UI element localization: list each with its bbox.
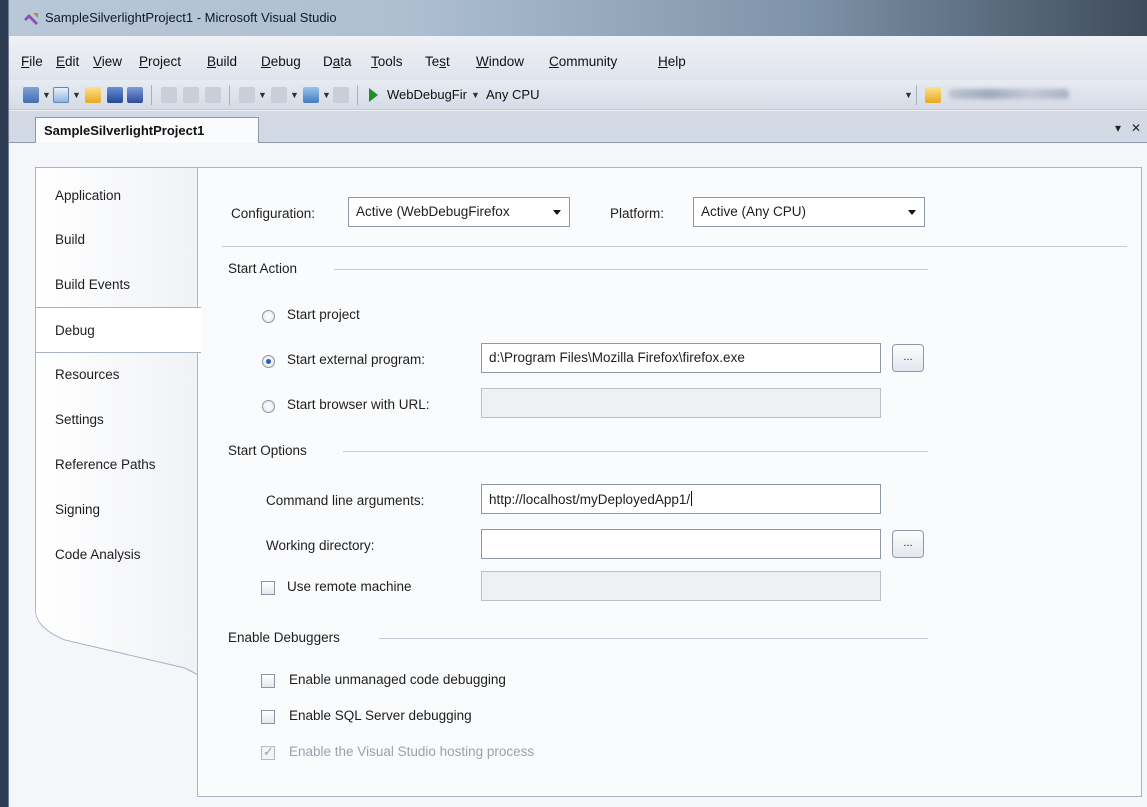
start-options-heading: Start Options bbox=[228, 443, 307, 458]
configuration-combo[interactable]: Active (WebDebugFirefox bbox=[348, 197, 570, 227]
side-tab-settings[interactable]: Settings bbox=[55, 412, 104, 427]
blurred-toolbar-area bbox=[949, 89, 1069, 99]
cut-icon[interactable] bbox=[161, 87, 177, 103]
configuration-label: Configuration: bbox=[231, 206, 316, 221]
menu-data[interactable]: Data bbox=[323, 54, 352, 69]
side-tab-code-analysis[interactable]: Code Analysis bbox=[55, 547, 141, 562]
side-tab-resources[interactable]: Resources bbox=[55, 367, 120, 382]
window-title: SampleSilverlightProject1 - Microsoft Vi… bbox=[45, 10, 337, 25]
divider bbox=[379, 638, 928, 639]
side-tab-signing[interactable]: Signing bbox=[55, 502, 100, 517]
document-tab-strip: SampleSilverlightProject1 ▾ ✕ bbox=[9, 111, 1147, 144]
menu-project[interactable]: Project bbox=[139, 54, 181, 69]
menu-community[interactable]: Community bbox=[549, 54, 617, 69]
side-tab-build-events[interactable]: Build Events bbox=[55, 277, 130, 292]
solution-platform-combo[interactable]: Any CPU bbox=[486, 87, 539, 102]
navigate-backward-icon[interactable] bbox=[303, 87, 319, 103]
browser-url-input[interactable] bbox=[481, 388, 881, 418]
use-remote-machine-label[interactable]: Use remote machine bbox=[287, 579, 412, 594]
copy-icon[interactable] bbox=[183, 87, 199, 103]
redo-dropdown-icon[interactable]: ▼ bbox=[290, 90, 299, 100]
tab-list-curve bbox=[35, 588, 201, 800]
menu-window[interactable]: Window bbox=[476, 54, 524, 69]
chevron-down-icon bbox=[553, 210, 561, 215]
standard-toolbar: ▼ ▼ ▼ ▼ ▼ WebDebugFir ▼ Any CPU ▼ bbox=[9, 80, 1147, 110]
working-directory-input[interactable] bbox=[481, 529, 881, 559]
command-line-arguments-label: Command line arguments: bbox=[266, 493, 425, 508]
start-browser-url-label[interactable]: Start browser with URL: bbox=[287, 397, 430, 412]
side-tab-application[interactable]: Application bbox=[55, 188, 121, 203]
text-caret bbox=[691, 491, 693, 506]
redo-icon[interactable] bbox=[271, 87, 287, 103]
enable-sql-debugging-checkbox[interactable] bbox=[261, 710, 275, 724]
divider bbox=[222, 246, 1127, 247]
external-program-path-input[interactable]: d:\Program Files\Mozilla Firefox\firefox… bbox=[481, 343, 881, 373]
side-tab-debug[interactable]: Debug bbox=[36, 307, 201, 353]
divider bbox=[343, 451, 928, 452]
browse-external-program-button[interactable]: ... bbox=[892, 344, 924, 372]
side-tab-build[interactable]: Build bbox=[55, 232, 85, 247]
enable-hosting-process-checkbox: ✓ bbox=[261, 744, 275, 760]
property-page-tabs: Application Build Build Events Debug Res… bbox=[35, 167, 201, 800]
solution-configuration-dropdown-icon[interactable]: ▼ bbox=[471, 90, 480, 100]
menu-help[interactable]: Help bbox=[658, 54, 686, 69]
solution-configuration-combo[interactable]: WebDebugFir bbox=[387, 87, 467, 102]
save-all-icon[interactable] bbox=[127, 87, 143, 103]
start-project-radio[interactable] bbox=[262, 310, 275, 323]
tab-list-dropdown-icon[interactable]: ▾ bbox=[1115, 121, 1121, 135]
start-action-heading: Start Action bbox=[228, 261, 298, 276]
browse-working-directory-button[interactable]: ... bbox=[892, 530, 924, 558]
new-project-dropdown-icon[interactable]: ▼ bbox=[42, 90, 51, 100]
remote-machine-input[interactable] bbox=[481, 571, 881, 601]
open-file-icon[interactable] bbox=[85, 87, 101, 103]
start-debugging-icon[interactable] bbox=[369, 88, 378, 102]
visual-studio-icon bbox=[24, 13, 38, 25]
enable-unmanaged-debugging-label[interactable]: Enable unmanaged code debugging bbox=[289, 672, 506, 687]
checkmark-icon: ✓ bbox=[263, 744, 274, 759]
start-external-program-radio[interactable] bbox=[262, 355, 275, 368]
close-document-icon[interactable]: ✕ bbox=[1131, 121, 1141, 135]
command-line-arguments-input[interactable]: http://localhost/myDeployedApp1/ bbox=[481, 484, 881, 514]
start-external-program-label[interactable]: Start external program: bbox=[287, 352, 425, 367]
visual-studio-window: SampleSilverlightProject1 - Microsoft Vi… bbox=[8, 0, 1147, 807]
menu-debug[interactable]: Debug bbox=[261, 54, 301, 69]
enable-sql-debugging-label[interactable]: Enable SQL Server debugging bbox=[289, 708, 472, 723]
platform-combo[interactable]: Active (Any CPU) bbox=[693, 197, 925, 227]
menu-edit[interactable]: Edit bbox=[56, 54, 79, 69]
menu-build[interactable]: Build bbox=[207, 54, 237, 69]
use-remote-machine-checkbox[interactable] bbox=[261, 581, 275, 595]
new-project-icon[interactable] bbox=[23, 87, 39, 103]
menu-test[interactable]: Test bbox=[425, 54, 450, 69]
paste-icon[interactable] bbox=[205, 87, 221, 103]
menu-view[interactable]: View bbox=[93, 54, 122, 69]
menu-bar: File Edit View Project Build Debug Data … bbox=[9, 36, 1147, 80]
platform-label: Platform: bbox=[610, 206, 665, 221]
working-directory-label: Working directory: bbox=[266, 538, 375, 553]
enable-unmanaged-debugging-checkbox[interactable] bbox=[261, 674, 275, 688]
save-icon[interactable] bbox=[107, 87, 123, 103]
start-browser-url-radio[interactable] bbox=[262, 400, 275, 413]
enable-hosting-process-label: Enable the Visual Studio hosting process bbox=[289, 744, 535, 759]
document-tab-project-properties[interactable]: SampleSilverlightProject1 bbox=[35, 117, 259, 144]
menu-file[interactable]: File bbox=[21, 54, 43, 69]
find-combo-dropdown-icon[interactable]: ▼ bbox=[904, 90, 913, 100]
side-tab-reference-paths[interactable]: Reference Paths bbox=[55, 457, 156, 472]
add-item-dropdown-icon[interactable]: ▼ bbox=[72, 90, 81, 100]
enable-debuggers-heading: Enable Debuggers bbox=[228, 630, 340, 645]
find-in-files-icon[interactable] bbox=[925, 87, 941, 103]
undo-dropdown-icon[interactable]: ▼ bbox=[258, 90, 267, 100]
title-bar[interactable]: SampleSilverlightProject1 - Microsoft Vi… bbox=[9, 0, 1147, 36]
start-project-label[interactable]: Start project bbox=[287, 307, 360, 322]
undo-icon[interactable] bbox=[239, 87, 255, 103]
divider bbox=[334, 269, 928, 270]
debug-settings-panel: Configuration: Active (WebDebugFirefox P… bbox=[197, 167, 1142, 797]
navigate-forward-icon[interactable] bbox=[333, 87, 349, 103]
menu-tools[interactable]: Tools bbox=[371, 54, 403, 69]
project-properties-designer: Application Build Build Events Debug Res… bbox=[9, 143, 1147, 807]
add-item-icon[interactable] bbox=[53, 87, 69, 103]
chevron-down-icon bbox=[908, 210, 916, 215]
navigate-dropdown-icon[interactable]: ▼ bbox=[322, 90, 331, 100]
